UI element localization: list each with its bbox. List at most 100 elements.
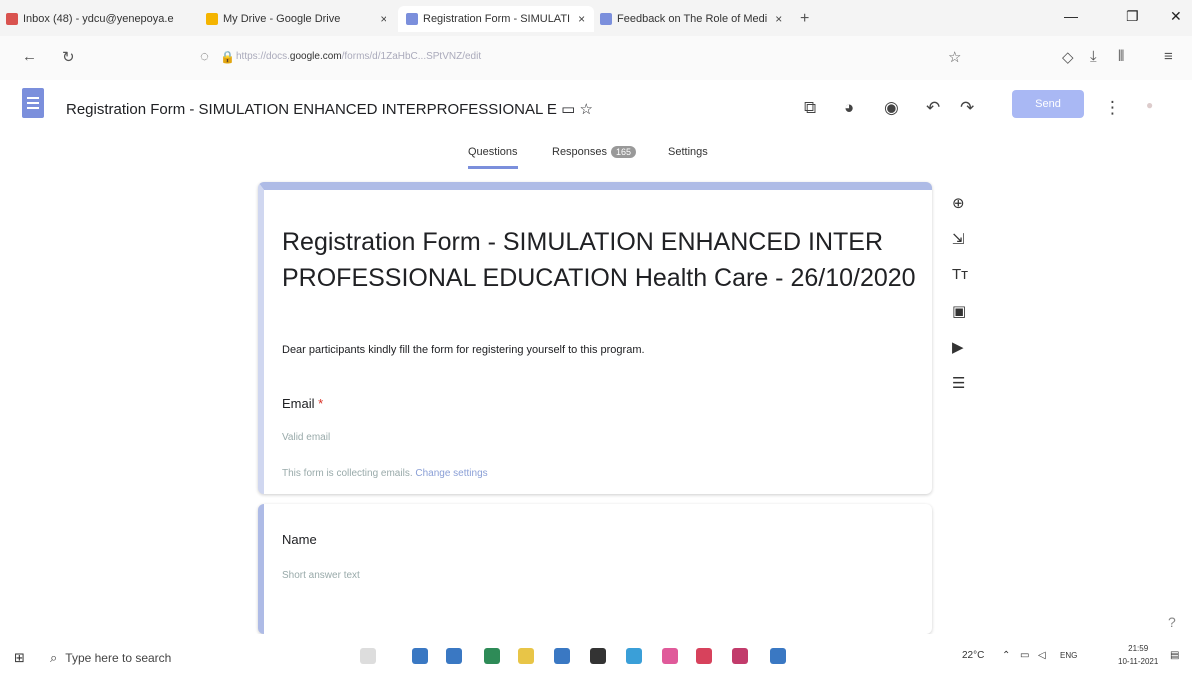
palette-icon[interactable]: ◕ bbox=[844, 98, 854, 118]
add-section-icon[interactable]: ☰ bbox=[952, 374, 965, 392]
close-icon[interactable]: × bbox=[380, 12, 386, 26]
taskbar: ⊞ ⌕ Type here to search 22°C ⌃ ▭ ◁ ENG 2… bbox=[0, 634, 1192, 678]
browser-tab-registration[interactable]: Registration Form - SIMULATI × bbox=[398, 6, 594, 32]
edge-icon[interactable] bbox=[626, 648, 642, 664]
taskbar-search-input[interactable]: ⌕ Type here to search bbox=[50, 646, 300, 670]
menu-icon[interactable]: ≡ bbox=[1164, 48, 1173, 65]
form-description[interactable]: Dear participants kindly fill the form f… bbox=[282, 344, 645, 356]
tab-responses-label: Responses bbox=[552, 146, 608, 158]
file-explorer-icon[interactable] bbox=[518, 648, 534, 664]
windows-start-icon[interactable]: ⊞ bbox=[14, 650, 25, 666]
browser-tab-inbox[interactable]: Inbox (48) - ydcu@yenepoya.e × bbox=[6, 6, 182, 32]
url-domain: google.com bbox=[289, 51, 342, 62]
library-icon[interactable]: ⫴ bbox=[1118, 48, 1124, 65]
send-button[interactable]: Send bbox=[1012, 90, 1084, 118]
excel-icon[interactable] bbox=[484, 648, 500, 664]
app-icon-6[interactable] bbox=[770, 648, 786, 664]
drive-icon bbox=[206, 13, 218, 25]
document-title-text: Registration Form - SIMULATION ENHANCED … bbox=[66, 101, 557, 118]
lock-icon[interactable]: 🔒 bbox=[220, 50, 235, 64]
add-title-icon[interactable]: Tт bbox=[952, 266, 968, 283]
document-title[interactable]: Registration Form - SIMULATION ENHANCED … bbox=[66, 100, 593, 118]
floating-toolbar: ⊕ ⇲ Tт ▣ ▶ ☰ bbox=[940, 190, 980, 402]
back-icon[interactable]: ← bbox=[22, 48, 37, 65]
restore-icon[interactable]: ❐ bbox=[1126, 8, 1139, 25]
email-label-text: Email bbox=[282, 396, 315, 411]
responses-count-badge: 165 bbox=[611, 146, 637, 158]
form-canvas: Registration Form - SIMULATION ENHANCED … bbox=[0, 172, 1192, 634]
shield-icon[interactable]: ◌ bbox=[200, 48, 209, 65]
minimize-icon[interactable]: — bbox=[1064, 8, 1078, 24]
search-placeholder: Type here to search bbox=[65, 651, 172, 665]
tab-settings[interactable]: Settings bbox=[668, 146, 708, 158]
reload-icon[interactable]: ↻ bbox=[62, 48, 75, 66]
download-icon[interactable]: ⤓ bbox=[1090, 48, 1097, 65]
language-indicator[interactable]: ENG bbox=[1060, 651, 1077, 660]
name-question-card[interactable]: Name Short answer text bbox=[258, 504, 932, 634]
undo-icon[interactable]: ↶ bbox=[926, 98, 940, 118]
email-question-label: Email * bbox=[282, 396, 323, 411]
browser-tab-strip: Inbox (48) - ydcu@yenepoya.e × My Drive … bbox=[0, 0, 1192, 36]
firefox-icon[interactable] bbox=[662, 648, 678, 664]
tab-title: Feedback on The Role of Medi bbox=[617, 13, 768, 25]
close-icon[interactable]: × bbox=[775, 12, 782, 26]
collecting-emails-text: This form is collecting emails. bbox=[282, 468, 413, 479]
import-questions-icon[interactable]: ⇲ bbox=[952, 230, 965, 248]
preview-eye-icon[interactable]: ◉ bbox=[884, 98, 899, 118]
app-icon-1[interactable] bbox=[412, 648, 428, 664]
avatar[interactable]: ● bbox=[1146, 98, 1153, 112]
bookmark-star-icon[interactable]: ☆ bbox=[948, 48, 961, 66]
search-icon: ⌕ bbox=[50, 650, 58, 665]
gmail-icon bbox=[6, 13, 18, 25]
tab-title: Registration Form - SIMULATI bbox=[423, 13, 571, 25]
notification-icon[interactable]: ▤ bbox=[1170, 650, 1179, 661]
new-tab-button[interactable]: + bbox=[800, 10, 809, 28]
store-icon[interactable] bbox=[590, 648, 606, 664]
forms-logo-icon[interactable] bbox=[22, 88, 44, 118]
folder-icon[interactable]: ▭ bbox=[561, 101, 575, 118]
form-title[interactable]: Registration Form - SIMULATION ENHANCED … bbox=[282, 224, 922, 296]
window-close-icon[interactable]: ✕ bbox=[1170, 8, 1182, 25]
tab-questions[interactable]: Questions bbox=[468, 146, 518, 169]
redo-icon[interactable]: ↷ bbox=[960, 98, 974, 118]
forms-icon bbox=[406, 13, 418, 25]
tab-title: My Drive - Google Drive bbox=[223, 13, 341, 25]
addons-icon[interactable]: ⧉ bbox=[804, 98, 816, 118]
app-icon-4[interactable] bbox=[696, 648, 712, 664]
app-icon-3[interactable] bbox=[554, 648, 570, 664]
url-suffix: /forms/d/1ZaHbC...SPtVNZ/edit bbox=[341, 51, 482, 62]
add-image-icon[interactable]: ▣ bbox=[952, 302, 966, 320]
pocket-icon[interactable]: ◇ bbox=[1062, 48, 1074, 66]
name-field[interactable]: Short answer text bbox=[282, 570, 360, 581]
clock-time: 21:59 bbox=[1128, 644, 1149, 653]
form-title-card[interactable]: Registration Form - SIMULATION ENHANCED … bbox=[258, 182, 932, 494]
email-field[interactable]: Valid email bbox=[282, 432, 330, 443]
clock-date: 10-11-2021 bbox=[1118, 657, 1159, 666]
task-view-icon[interactable] bbox=[360, 648, 376, 664]
browser-tab-feedback[interactable]: Feedback on The Role of Medi × bbox=[600, 6, 790, 32]
weather-temperature[interactable]: 22°C bbox=[962, 650, 984, 661]
tab-responses[interactable]: Responses 165 bbox=[552, 146, 637, 158]
forms-header: Registration Form - SIMULATION ENHANCED … bbox=[0, 80, 1192, 172]
change-settings-link[interactable]: Change settings bbox=[415, 468, 487, 479]
tab-title: Inbox (48) - ydcu@yenepoya.e bbox=[23, 13, 174, 25]
star-icon[interactable]: ☆ bbox=[579, 101, 592, 118]
app-icon-5[interactable] bbox=[732, 648, 748, 664]
network-icon[interactable]: ▭ bbox=[1020, 650, 1029, 661]
forms-icon bbox=[600, 13, 612, 25]
address-bar[interactable]: https://docs.google.com/forms/d/1ZaHbC..… bbox=[236, 51, 481, 62]
more-vert-icon[interactable]: ⋮ bbox=[1104, 98, 1121, 118]
add-question-icon[interactable]: ⊕ bbox=[952, 194, 965, 212]
help-icon[interactable]: ? bbox=[1168, 614, 1176, 630]
collecting-emails-note: This form is collecting emails. Change s… bbox=[282, 468, 488, 479]
add-video-icon[interactable]: ▶ bbox=[952, 338, 964, 356]
required-mark: * bbox=[318, 396, 324, 411]
volume-icon[interactable]: ◁ bbox=[1038, 650, 1046, 661]
browser-tab-drive[interactable]: My Drive - Google Drive × bbox=[206, 6, 386, 32]
taskbar-clock[interactable]: 21:59 10-11-2021 bbox=[1118, 642, 1158, 668]
app-icon-2[interactable] bbox=[446, 648, 462, 664]
browser-navigation-bar: ← ↻ ◌ 🔒 https://docs.google.com/forms/d/… bbox=[0, 36, 1192, 80]
close-icon[interactable]: × bbox=[578, 12, 585, 26]
url-prefix: https://docs. bbox=[236, 51, 290, 62]
chevron-up-icon[interactable]: ⌃ bbox=[1002, 650, 1010, 661]
